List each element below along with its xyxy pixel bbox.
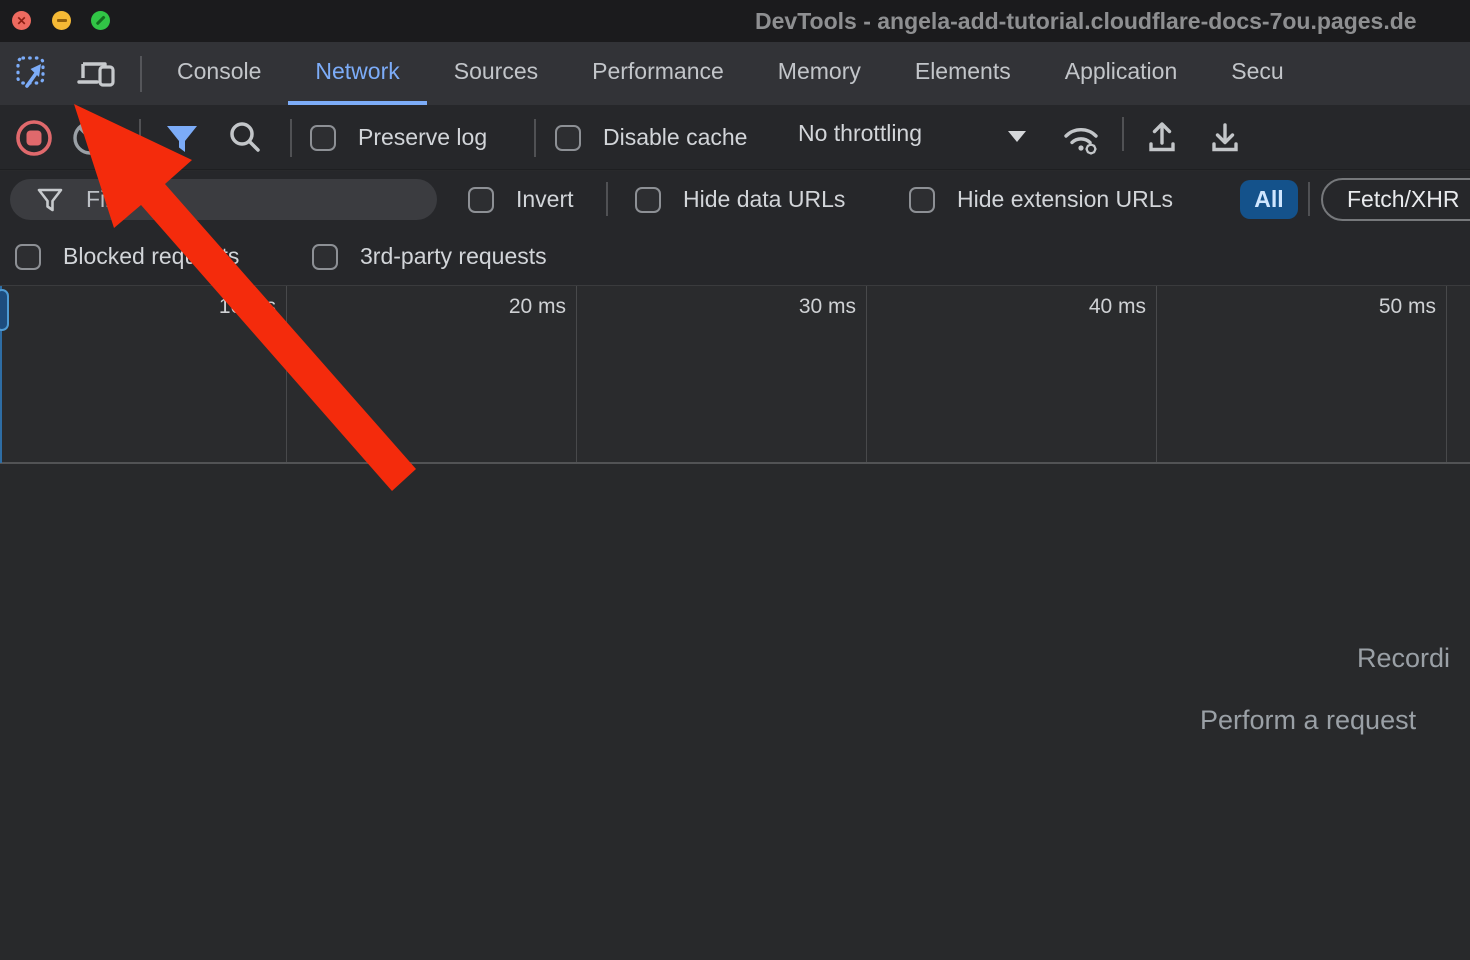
- clear-icon: [68, 116, 112, 160]
- close-icon: ✕: [16, 15, 26, 27]
- window-title: DevTools - angela-add-tutorial.cloudflar…: [755, 8, 1417, 35]
- filter-row-divider: [606, 182, 608, 216]
- hide-extension-urls-label: Hide extension URLs: [957, 186, 1173, 213]
- minimize-window-button[interactable]: [52, 11, 71, 30]
- hide-extension-urls-group: Hide extension URLs: [909, 186, 1173, 213]
- toolbar-divider: [1122, 117, 1124, 151]
- filter-input-placeholder: Filter: [86, 186, 137, 213]
- blocked-requests-checkbox[interactable]: [15, 244, 41, 270]
- device-toolbar-icon: [76, 53, 116, 93]
- invert-checkbox[interactable]: [468, 187, 494, 213]
- tab-console[interactable]: Console: [150, 42, 288, 105]
- search-icon: [224, 117, 266, 159]
- preserve-log-label: Preserve log: [358, 124, 487, 151]
- throttling-select[interactable]: No throttling: [798, 120, 922, 147]
- minimize-icon: [57, 19, 67, 22]
- request-type-fetch-xhr-button[interactable]: Fetch/XHR: [1321, 178, 1470, 221]
- search-button[interactable]: [224, 117, 266, 159]
- filter-input[interactable]: Filter: [10, 179, 437, 220]
- inspect-element-button[interactable]: [12, 51, 56, 95]
- export-har-button[interactable]: [1204, 117, 1246, 159]
- throttling-value: No throttling: [798, 120, 922, 147]
- zoom-window-button[interactable]: [91, 11, 110, 30]
- record-icon: [12, 116, 56, 160]
- tab-memory[interactable]: Memory: [751, 42, 888, 105]
- recording-hint-text: Recordi: [1357, 643, 1450, 674]
- timeline-tick: 20 ms: [287, 286, 577, 462]
- request-filters-row: Blocked requests 3rd-party requests: [0, 228, 1470, 285]
- tab-sources[interactable]: Sources: [427, 42, 565, 105]
- invert-label: Invert: [516, 186, 574, 213]
- tab-elements[interactable]: Elements: [888, 42, 1038, 105]
- filter-toggle-button[interactable]: [161, 117, 203, 159]
- blocked-requests-label: Blocked requests: [63, 243, 239, 270]
- import-har-button[interactable]: [1141, 117, 1183, 159]
- tabbar-divider: [140, 56, 142, 92]
- timeline-tick: 10 ms: [0, 286, 287, 462]
- toggle-device-toolbar-button[interactable]: [74, 51, 118, 95]
- download-icon: [1204, 117, 1246, 159]
- hide-data-urls-label: Hide data URLs: [683, 186, 845, 213]
- timeline-tick: 40 ms: [867, 286, 1157, 462]
- toolbar-divider: [290, 119, 292, 157]
- third-party-requests-group: 3rd-party requests: [312, 243, 547, 270]
- chevron-down-icon: [1008, 131, 1026, 142]
- devtools-tab-bar: Console Network Sources Performance Memo…: [0, 42, 1470, 105]
- tab-network[interactable]: Network: [288, 42, 426, 105]
- title-bar: ✕ DevTools - angela-add-tutorial.cloudfl…: [0, 0, 1470, 42]
- zoom-icon: [96, 16, 106, 26]
- record-network-log-button[interactable]: [12, 116, 56, 160]
- toolbar-divider: [139, 119, 141, 157]
- blocked-requests-group: Blocked requests: [15, 243, 239, 270]
- filter-funnel-icon: [161, 117, 203, 159]
- preserve-log-checkbox[interactable]: [310, 125, 336, 151]
- close-window-button[interactable]: ✕: [12, 11, 31, 30]
- filter-row-divider: [1308, 182, 1310, 216]
- timeline-selection-handle[interactable]: [0, 289, 9, 331]
- network-overview-timeline[interactable]: 10 ms 20 ms 30 ms 40 ms 50 ms: [0, 285, 1470, 464]
- disable-cache-label: Disable cache: [603, 124, 747, 151]
- devtools-window: ✕ DevTools - angela-add-tutorial.cloudfl…: [0, 0, 1470, 960]
- third-party-requests-label: 3rd-party requests: [360, 243, 547, 270]
- disable-cache-checkbox[interactable]: [555, 125, 581, 151]
- perform-request-hint-text: Perform a request: [1200, 705, 1416, 736]
- tab-performance[interactable]: Performance: [565, 42, 751, 105]
- toolbar-divider: [534, 119, 536, 157]
- hide-data-urls-checkbox[interactable]: [635, 187, 661, 213]
- hide-data-urls-group: Hide data URLs: [635, 186, 845, 213]
- third-party-requests-checkbox[interactable]: [312, 244, 338, 270]
- hide-extension-urls-checkbox[interactable]: [909, 187, 935, 213]
- upload-icon: [1141, 117, 1183, 159]
- request-type-all-button[interactable]: All: [1240, 180, 1298, 219]
- tab-security[interactable]: Secu: [1204, 42, 1310, 105]
- timeline-tick: 50 ms: [1157, 286, 1447, 462]
- invert-checkbox-group: Invert: [468, 186, 574, 213]
- network-conditions-button[interactable]: [1058, 117, 1104, 159]
- preserve-log-checkbox-group: Preserve log: [310, 124, 487, 151]
- network-filter-row: Filter Invert Hide data URLs Hide extens…: [0, 171, 1470, 228]
- timeline-tick: 30 ms: [577, 286, 867, 462]
- disable-cache-checkbox-group: Disable cache: [555, 124, 747, 151]
- tab-application[interactable]: Application: [1038, 42, 1205, 105]
- inspect-cursor-icon: [14, 53, 54, 93]
- clear-network-log-button[interactable]: [68, 116, 112, 160]
- panel-tabs: Console Network Sources Performance Memo…: [150, 42, 1311, 105]
- network-conditions-icon: [1058, 117, 1104, 159]
- funnel-outline-icon: [34, 184, 66, 216]
- network-toolbar: Preserve log Disable cache No throttling: [0, 105, 1470, 170]
